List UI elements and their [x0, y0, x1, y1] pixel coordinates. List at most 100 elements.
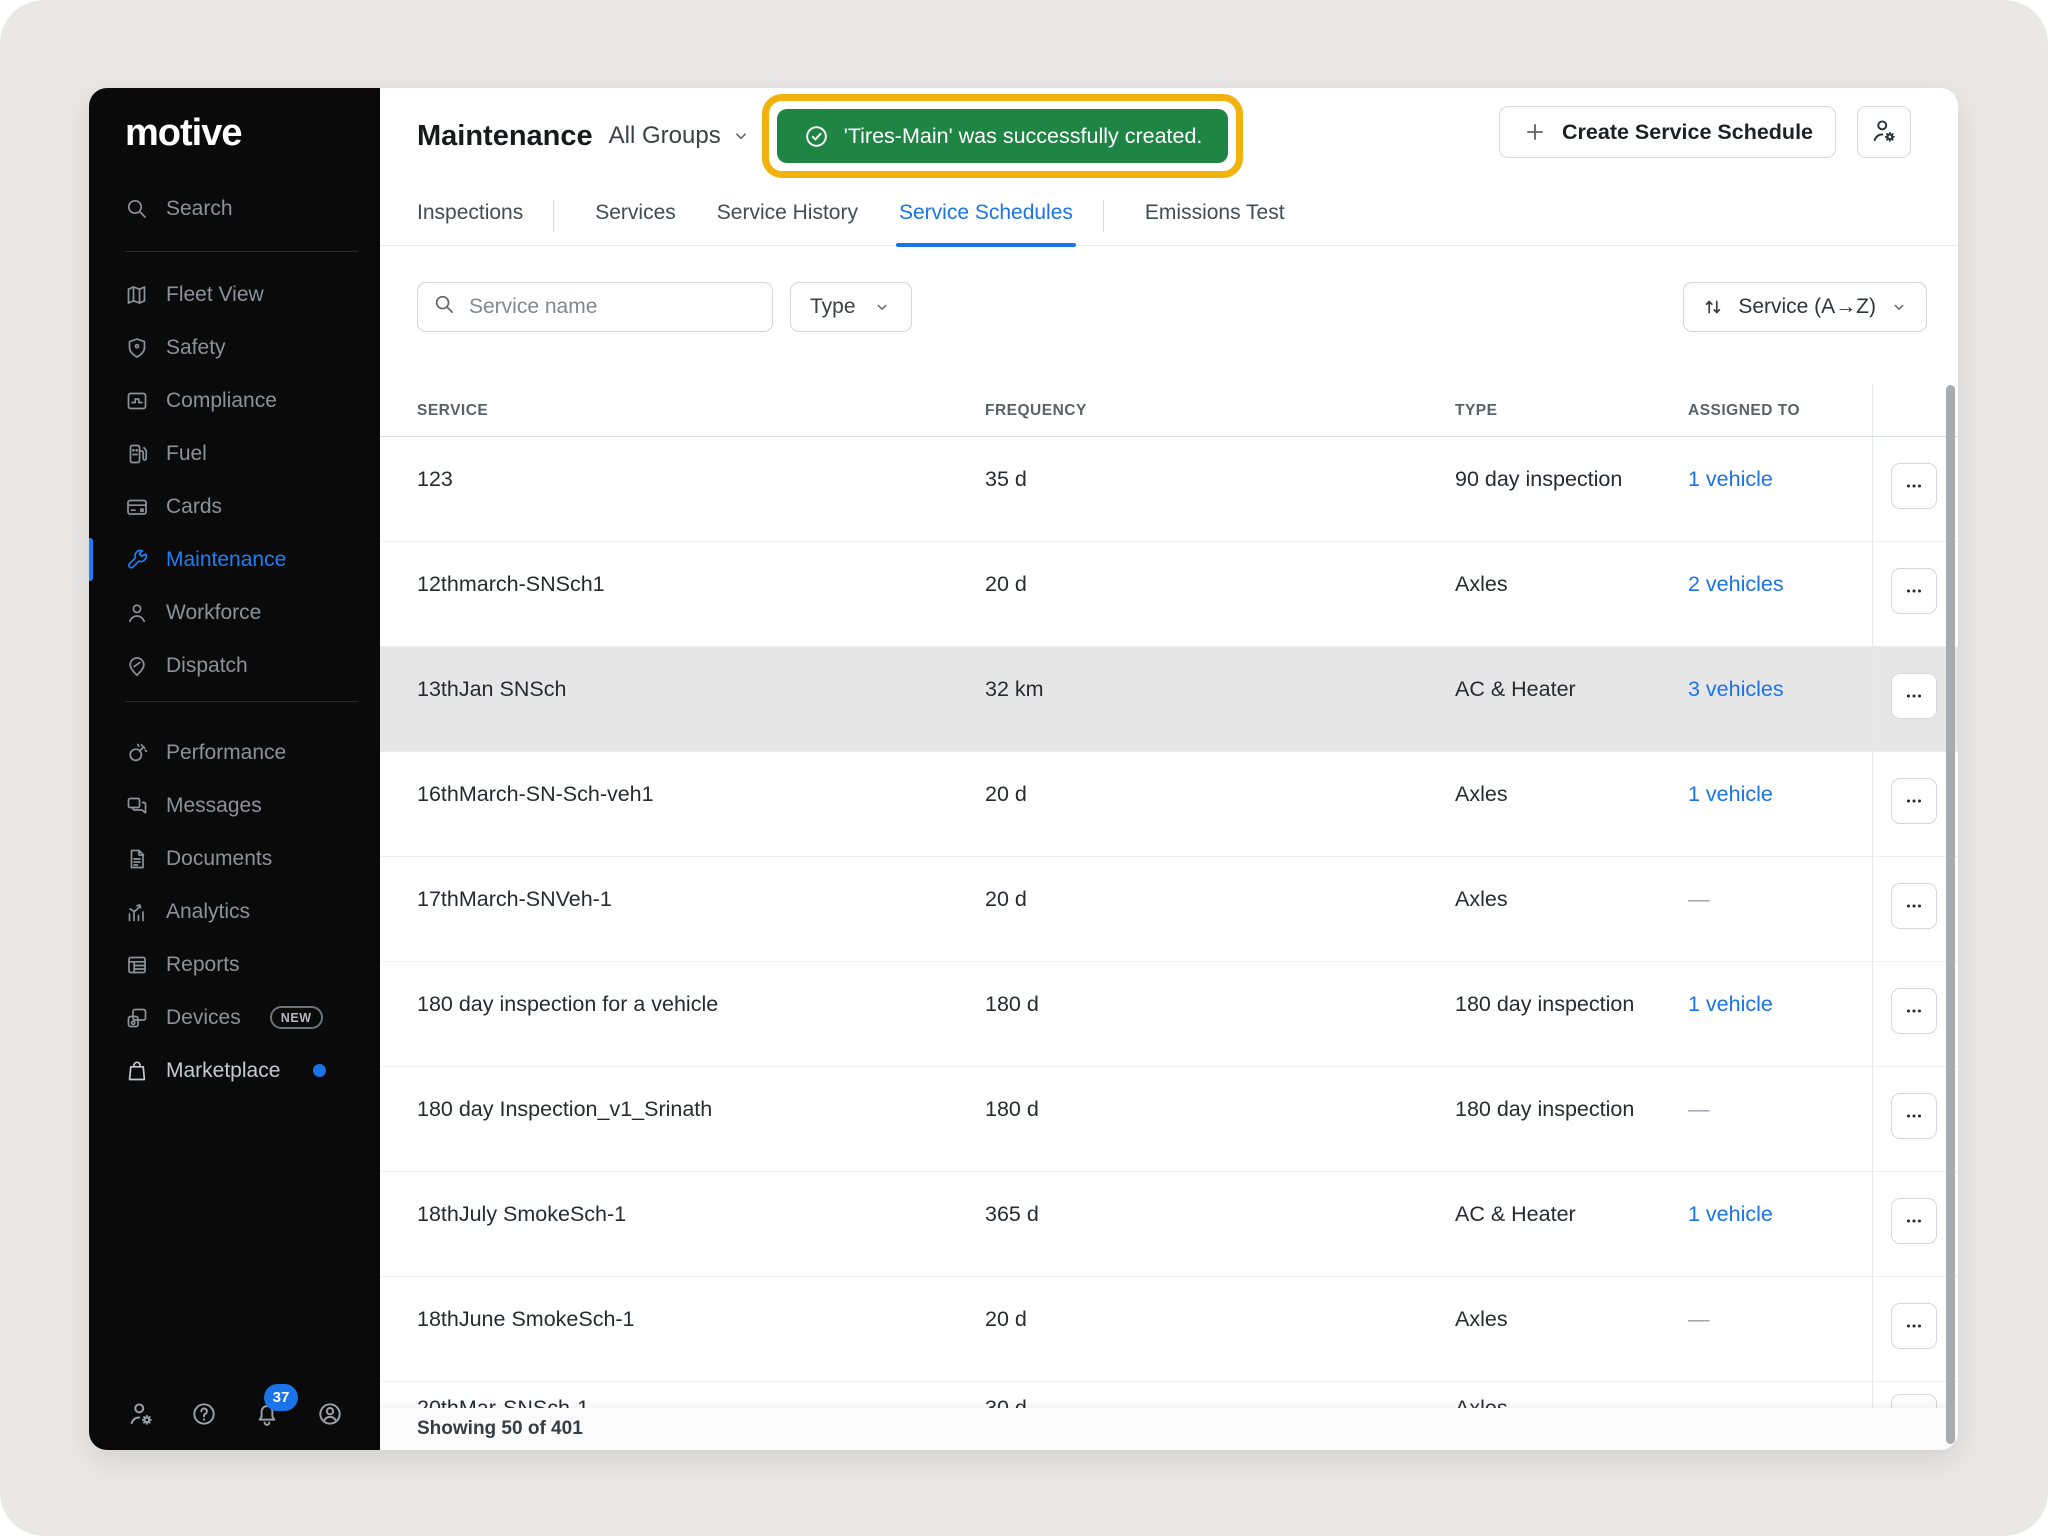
- frequency-cell: 35 d: [985, 437, 1455, 541]
- column-header-type: TYPE: [1455, 402, 1688, 420]
- map-icon: [125, 283, 149, 307]
- assigned-vehicles-link[interactable]: 2 vehicles: [1688, 572, 1784, 596]
- sidebar-item-messages[interactable]: Messages: [89, 779, 380, 832]
- sidebar-search[interactable]: Search: [89, 182, 380, 235]
- sidebar-primary-nav: Fleet ViewSafetyComplianceFuel Cards Maint…: [89, 268, 380, 692]
- ellipsis-icon: [1902, 579, 1926, 603]
- row-actions-menu-button[interactable]: [1891, 463, 1937, 509]
- check-circle-icon: [803, 123, 830, 150]
- sidebar: motive Search Fleet ViewSafetyCompliance…: [89, 88, 380, 1450]
- sidebar-item-analytics[interactable]: Analytics: [89, 885, 380, 938]
- tab-divider: [1103, 200, 1104, 232]
- sidebar-item-label: Reports: [166, 953, 240, 977]
- user-settings-button[interactable]: [127, 1400, 155, 1428]
- frequency-cell: 20 d: [985, 857, 1455, 961]
- frequency-cell: 180 d: [985, 962, 1455, 1066]
- card-icon: [125, 495, 149, 519]
- help-button[interactable]: [190, 1400, 218, 1428]
- fuel-icon: [125, 442, 149, 466]
- assigned-vehicles-link[interactable]: 1 vehicle: [1688, 782, 1773, 806]
- user-settings-button[interactable]: [1857, 106, 1911, 158]
- wrench-icon: [125, 548, 149, 572]
- tab-divider: [553, 200, 554, 232]
- person-icon: [125, 601, 149, 625]
- sidebar-item-label: Workforce: [166, 601, 261, 625]
- table-row-18thjune-smokesch-1[interactable]: 18thJune SmokeSch-120 dAxles—: [380, 1277, 1958, 1382]
- row-actions-menu-button[interactable]: [1891, 1303, 1937, 1349]
- account-icon: [316, 1400, 344, 1428]
- sidebar-item-safety[interactable]: Safety: [89, 321, 380, 374]
- row-actions-menu-button[interactable]: [1891, 988, 1937, 1034]
- tab-service-schedules[interactable]: Service Schedules: [899, 201, 1073, 245]
- toast-highlight-ring: 'Tires-Main' was successfully created.: [762, 94, 1244, 178]
- plus-icon: [1522, 119, 1548, 145]
- group-selector[interactable]: All Groups: [609, 122, 752, 150]
- sidebar-item-label: Performance: [166, 741, 286, 765]
- sidebar-footer-icons: 37: [89, 1400, 380, 1428]
- assigned-to-cell: 2 vehicles: [1688, 542, 1872, 646]
- row-actions-menu-button[interactable]: [1891, 673, 1937, 719]
- service-search-input[interactable]: [469, 295, 757, 319]
- sidebar-item-marketplace[interactable]: Marketplace: [89, 1044, 380, 1097]
- sort-label: Service (A→Z): [1738, 295, 1876, 319]
- ellipsis-icon: [1902, 894, 1926, 918]
- frequency-cell: 20 d: [985, 542, 1455, 646]
- create-service-schedule-button[interactable]: Create Service Schedule: [1499, 106, 1836, 158]
- sidebar-item-workforce[interactable]: Workforce: [89, 586, 380, 639]
- sidebar-item-reports[interactable]: Reports: [89, 938, 380, 991]
- assigned-vehicles-link[interactable]: 1 vehicle: [1688, 467, 1773, 491]
- tab-service-history[interactable]: Service History: [717, 201, 858, 245]
- row-actions-menu-button[interactable]: [1891, 1198, 1937, 1244]
- tab-inspections[interactable]: Inspections: [417, 201, 523, 245]
- motive-logo[interactable]: motive: [125, 114, 380, 152]
- table-row-17thmarch-snveh-1[interactable]: 17thMarch-SNVeh-120 dAxles—: [380, 857, 1958, 962]
- table-row-180-day-inspection-for-a-vehicle[interactable]: 180 day inspection for a vehicle180 d180…: [380, 962, 1958, 1067]
- type-cell: 180 day inspection: [1455, 1067, 1688, 1171]
- row-actions-menu-button[interactable]: [1891, 778, 1937, 824]
- notification-dot: [313, 1064, 326, 1077]
- page-header: Maintenance All Groups 'Tires-Main' was …: [380, 88, 1958, 184]
- assigned-vehicles-link[interactable]: 1 vehicle: [1688, 992, 1773, 1016]
- table-row-123[interactable]: 12335 d90 day inspection1 vehicle: [380, 437, 1958, 542]
- row-actions-menu-button[interactable]: [1891, 883, 1937, 929]
- table-row-16thmarch-sn-sch-veh1[interactable]: 16thMarch-SN-Sch-veh120 dAxles1 vehicle: [380, 752, 1958, 857]
- sidebar-item-label: Documents: [166, 847, 272, 871]
- sort-dropdown[interactable]: Service (A→Z): [1683, 282, 1927, 332]
- type-filter-dropdown[interactable]: Type: [790, 282, 912, 332]
- assigned-none-dash: —: [1688, 887, 1710, 911]
- sidebar-item-dispatch[interactable]: Dispatch: [89, 639, 380, 692]
- user-settings-icon: [1870, 117, 1898, 148]
- assigned-vehicles-link[interactable]: 1 vehicle: [1688, 1202, 1773, 1226]
- service-search-box: [417, 282, 773, 332]
- tab-services[interactable]: Services: [595, 201, 676, 245]
- table-row-18thjuly-smokesch-1[interactable]: 18thJuly SmokeSch-1365 dAC & Heater1 veh…: [380, 1172, 1958, 1277]
- sidebar-item-devices[interactable]: DevicesNEW: [89, 991, 380, 1044]
- row-actions-menu-button[interactable]: [1891, 568, 1937, 614]
- type-cell: AC & Heater: [1455, 1172, 1688, 1276]
- sidebar-item-compliance[interactable]: Compliance: [89, 374, 380, 427]
- column-header-assigned-to: ASSIGNED TO: [1688, 402, 1872, 420]
- sidebar-item-performance[interactable]: Performance: [89, 726, 380, 779]
- sidebar-item-cards[interactable]: Cards: [89, 480, 380, 533]
- sidebar-item-documents[interactable]: Documents: [89, 832, 380, 885]
- sidebar-item-label: Maintenance: [166, 548, 286, 572]
- bell-button[interactable]: 37: [253, 1400, 281, 1428]
- sidebar-item-label: Marketplace: [166, 1059, 280, 1083]
- chevron-down-icon: [730, 125, 752, 147]
- row-actions-menu-button[interactable]: [1891, 1093, 1937, 1139]
- table-row-13thjan-snsch[interactable]: 13thJan SNSch32 kmAC & Heater3 vehicles: [380, 647, 1958, 752]
- assigned-vehicles-link[interactable]: 3 vehicles: [1688, 677, 1784, 701]
- table-row-180-day-inspection-v1-srinath[interactable]: 180 day Inspection_v1_Srinath180 d180 da…: [380, 1067, 1958, 1172]
- chevron-down-icon: [872, 297, 892, 317]
- sidebar-item-fleet-view[interactable]: Fleet View: [89, 268, 380, 321]
- account-button[interactable]: [316, 1400, 344, 1428]
- tab-emissions-test[interactable]: Emissions Test: [1145, 201, 1285, 245]
- assigned-to-cell: 1 vehicle: [1688, 962, 1872, 1066]
- sidebar-item-maintenance[interactable]: Maintenance: [89, 533, 380, 586]
- sidebar-item-fuel[interactable]: Fuel: [89, 427, 380, 480]
- service-schedules-table: SERVICE FREQUENCY TYPE ASSIGNED TO 12335…: [380, 385, 1958, 1450]
- vertical-scrollbar-thumb[interactable]: [1946, 385, 1955, 1444]
- main-panel: Maintenance All Groups 'Tires-Main' was …: [380, 88, 1958, 1450]
- table-row-12thmarch-snsch1[interactable]: 12thmarch-SNSch120 dAxles2 vehicles: [380, 542, 1958, 647]
- sidebar-item-label: Cards: [166, 495, 222, 519]
